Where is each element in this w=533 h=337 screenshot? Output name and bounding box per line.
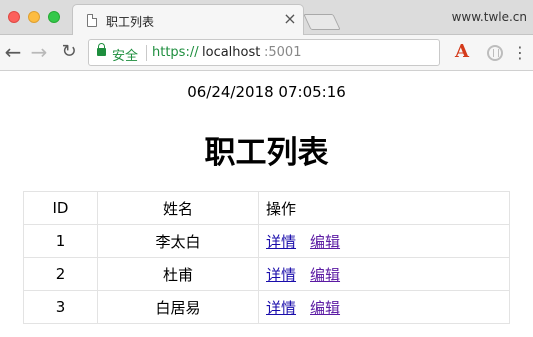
secure-label[interactable]: 安全 (112, 45, 138, 64)
maximize-window-button[interactable] (48, 11, 60, 23)
browser-toolbar: ← → ↻ 安全 https:// localhost :5001 A ⋮ (0, 35, 533, 71)
detail-link[interactable]: 详情 (266, 299, 296, 317)
cell-id: 1 (23, 224, 98, 258)
lock-icon (97, 43, 106, 56)
tab-close-button[interactable]: × (281, 9, 299, 28)
tab-staff-list[interactable]: 职工列表 × (72, 4, 304, 36)
cell-id: 3 (23, 290, 98, 324)
minimize-window-button[interactable] (28, 11, 40, 23)
back-button[interactable]: ← (2, 42, 24, 64)
header-name: 姓名 (97, 191, 259, 225)
close-window-button[interactable] (8, 11, 20, 23)
url-scheme[interactable]: https:// (152, 45, 199, 60)
reload-button[interactable]: ↻ (58, 42, 80, 64)
omnibox-divider (146, 45, 147, 61)
cell-name: 李太白 (97, 224, 259, 258)
header-actions: 操作 (258, 191, 510, 225)
page-title: 职工列表 (204, 135, 329, 171)
forward-button[interactable]: → (28, 42, 50, 64)
edit-link[interactable]: 编辑 (310, 233, 340, 251)
cell-id: 2 (23, 257, 98, 291)
document-icon (87, 14, 97, 27)
table-header-row: ID 姓名 操作 (23, 191, 510, 225)
detail-link[interactable]: 详情 (266, 233, 296, 251)
edit-link[interactable]: 编辑 (310, 266, 340, 284)
address-bar[interactable]: 安全 https:// localhost :5001 (88, 39, 440, 66)
cell-actions: 详情 编辑 (258, 257, 510, 291)
table-row: 3 白居易 详情 编辑 (23, 290, 510, 324)
table-row: 2 杜甫 详情 编辑 (23, 257, 510, 291)
tab-title: 职工列表 (106, 15, 155, 29)
tab-strip: 职工列表 × www.twle.cn (0, 0, 533, 36)
cell-actions: 详情 编辑 (258, 290, 510, 324)
extension-circle-icon[interactable] (487, 45, 503, 61)
new-tab-button[interactable] (303, 14, 341, 30)
cell-actions: 详情 编辑 (258, 224, 510, 258)
table-row: 1 李太白 详情 编辑 (23, 224, 510, 258)
extension-a-icon[interactable]: A (455, 41, 469, 62)
profile-label: www.twle.cn (451, 10, 527, 24)
staff-table: ID 姓名 操作 1 李太白 详情 编辑 2 杜甫 详情 编辑 3 白居易 详情 编辑 (23, 191, 510, 324)
cell-name: 白居易 (97, 290, 259, 324)
timestamp: 06/24/2018 07:05:16 (187, 83, 346, 101)
url-host[interactable]: localhost (202, 45, 260, 60)
more-vertical-icon[interactable]: ⋮ (512, 43, 528, 63)
detail-link[interactable]: 详情 (266, 266, 296, 284)
edit-link[interactable]: 编辑 (310, 299, 340, 317)
cell-name: 杜甫 (97, 257, 259, 291)
url-port[interactable]: :5001 (264, 45, 301, 60)
header-id: ID (23, 191, 98, 225)
